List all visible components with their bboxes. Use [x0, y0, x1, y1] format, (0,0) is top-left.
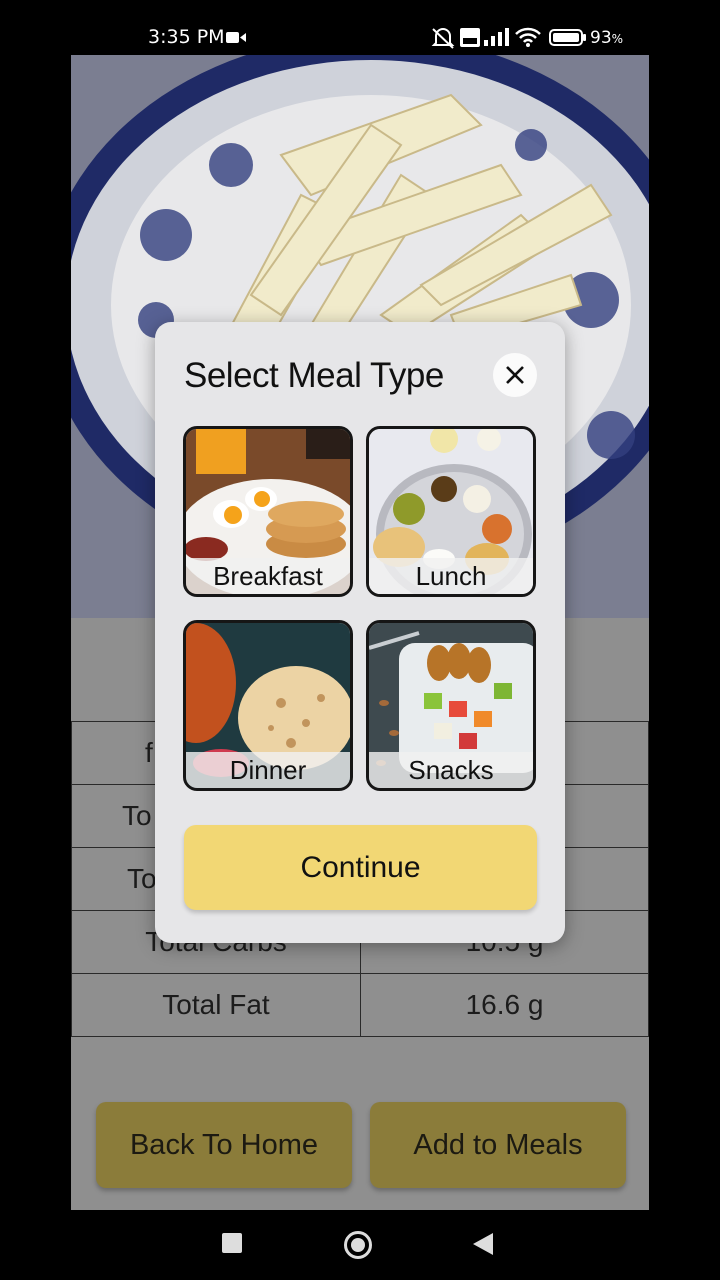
nutrient-value: 16.6 g — [360, 973, 649, 1037]
meal-option-snacks[interactable]: Snacks — [366, 620, 536, 791]
battery-icon — [549, 29, 586, 46]
back-triangle-icon[interactable] — [472, 1232, 494, 1256]
bell-off-icon — [431, 28, 455, 49]
meal-label: Snacks — [369, 752, 533, 788]
meal-label: Dinner — [186, 752, 350, 788]
meal-label: Lunch — [369, 558, 533, 594]
system-nav-bar — [0, 1210, 720, 1280]
signal-icon — [484, 28, 509, 46]
close-button[interactable] — [493, 353, 537, 397]
table-row: Total Fat 16.6 g — [71, 973, 649, 1037]
back-to-home-button[interactable]: Back To Home — [96, 1102, 352, 1188]
home-circle-icon[interactable] — [343, 1230, 373, 1260]
phone-screen: 3:35 PM 93% f To To Total Fat 16.6 g Bac… — [0, 0, 720, 1280]
meal-option-dinner[interactable]: Dinner — [183, 620, 353, 791]
select-meal-type-dialog: Select Meal Type Breakfast Lunch Dinner … — [155, 322, 565, 943]
video-camera-icon — [226, 32, 246, 43]
add-to-meals-button[interactable]: Add to Meals — [370, 1102, 626, 1188]
nutrient-label: Total Fat — [71, 973, 361, 1037]
continue-button[interactable]: Continue — [184, 825, 537, 910]
recents-square-icon[interactable] — [221, 1232, 243, 1254]
meal-option-lunch[interactable]: Lunch — [366, 426, 536, 597]
volte-icon — [460, 28, 480, 47]
meal-label: Breakfast — [186, 558, 350, 594]
status-time: 3:35 PM — [148, 26, 225, 48]
wifi-icon — [515, 27, 541, 47]
meal-option-breakfast[interactable]: Breakfast — [183, 426, 353, 597]
dialog-title: Select Meal Type — [184, 356, 444, 395]
battery-percent: 93% — [590, 28, 624, 48]
close-icon — [506, 366, 524, 384]
